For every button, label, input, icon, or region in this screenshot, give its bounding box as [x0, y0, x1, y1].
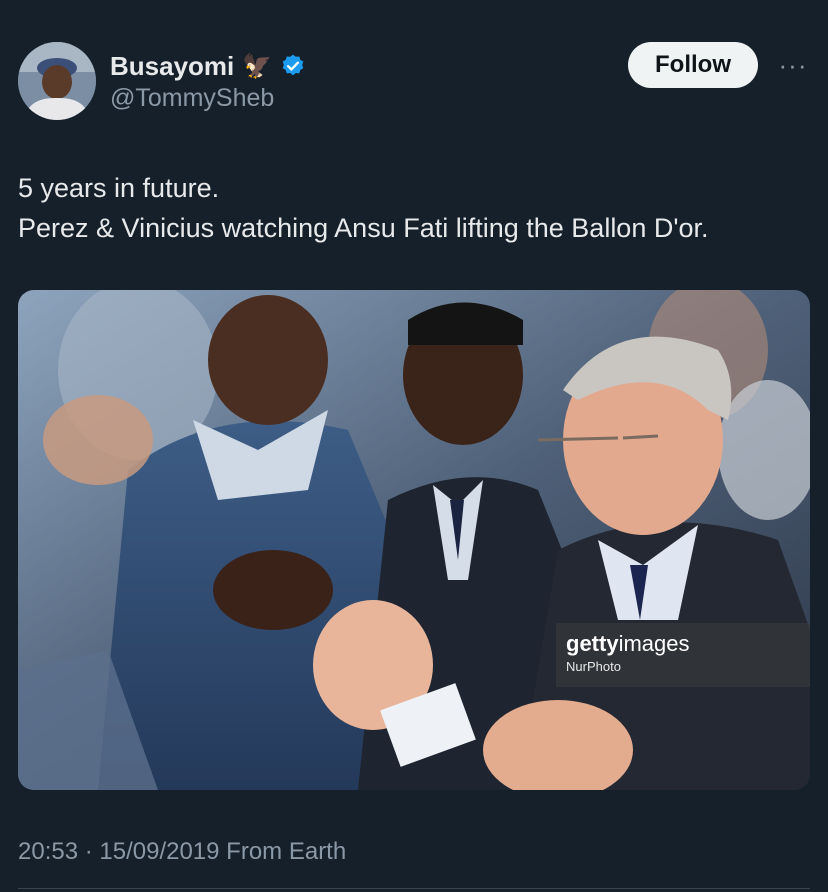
- watermark-credit: NurPhoto: [566, 659, 621, 674]
- verified-badge-icon: [280, 53, 306, 79]
- watermark-brand-bold: getty: [566, 631, 619, 656]
- more-options-icon[interactable]: ···: [776, 50, 810, 80]
- tweet-photo[interactable]: gettyimages NurPhoto: [18, 290, 810, 790]
- watermark-brand: gettyimages: [566, 631, 800, 657]
- avatar[interactable]: [18, 42, 96, 120]
- author-handle[interactable]: @TommySheb: [110, 84, 274, 113]
- tweet-text-line: Perez & Vinicius watching Ansu Fati lift…: [18, 213, 709, 243]
- tweet-text: 5 years in future. Perez & Vinicius watc…: [18, 168, 808, 248]
- eagle-emoji: 🦅: [242, 52, 273, 80]
- getty-watermark: gettyimages NurPhoto: [556, 623, 810, 687]
- follow-button[interactable]: Follow: [628, 42, 758, 88]
- author-name-row[interactable]: Busayomi 🦅: [110, 50, 306, 82]
- tweet-text-line: 5 years in future.: [18, 173, 220, 203]
- photo-illustration: [18, 290, 810, 790]
- avatar-image: [18, 42, 96, 120]
- author-display-name[interactable]: Busayomi: [110, 51, 234, 82]
- tweet-card: Busayomi 🦅 @TommySheb Follow ··· 5 years…: [0, 0, 828, 892]
- watermark-brand-light: images: [618, 631, 690, 656]
- divider: [18, 888, 810, 889]
- tweet-timestamp[interactable]: 20:53 · 15/09/2019 From Earth: [18, 838, 346, 866]
